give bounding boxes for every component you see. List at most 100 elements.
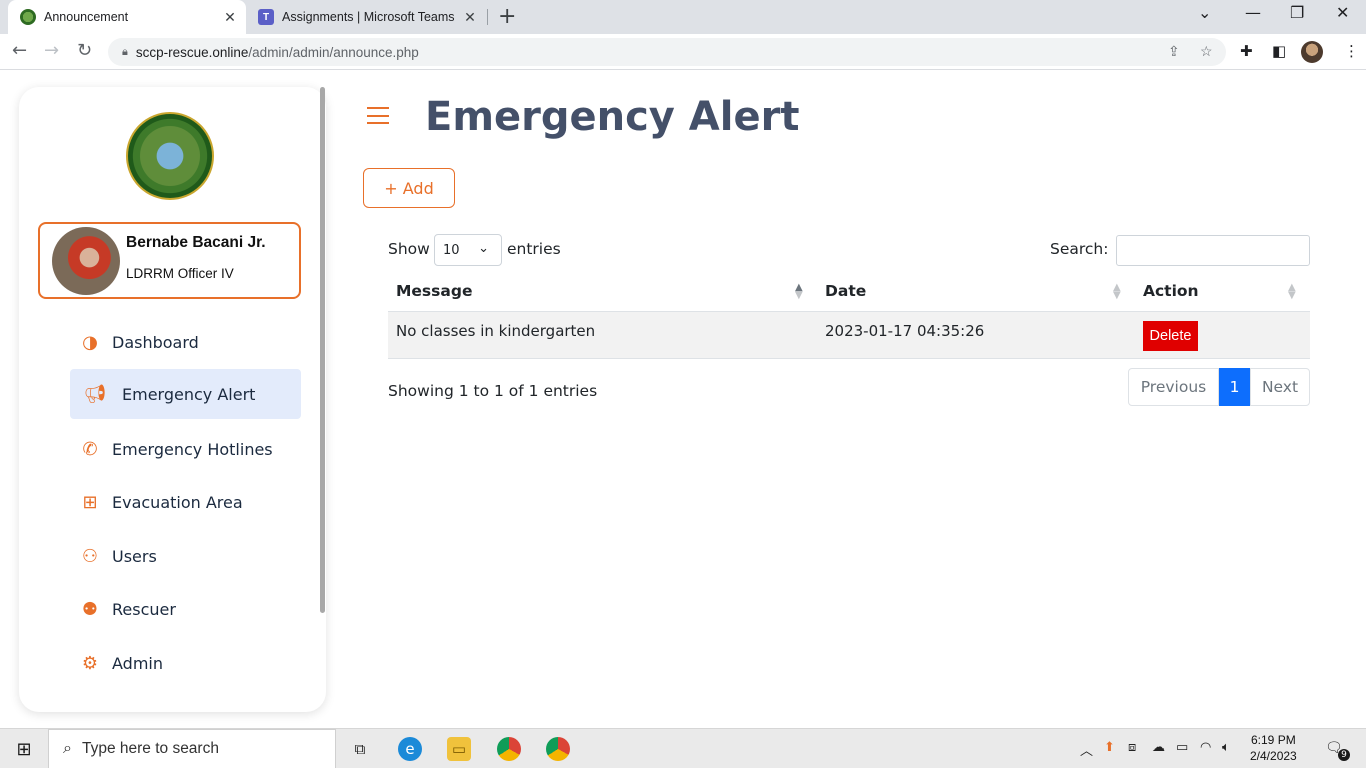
update-arrow-icon[interactable]: ⬆: [1104, 740, 1115, 755]
cell-date: 2023-01-17 04:35:26: [825, 322, 985, 340]
pagination-previous[interactable]: Previous: [1128, 368, 1219, 406]
tab-close-icon[interactable]: ✕: [220, 9, 240, 26]
browser-tab-strip: Announcement ✕ T Assignments | Microsoft…: [0, 0, 1366, 34]
close-window-button[interactable]: ✕: [1336, 3, 1349, 22]
tab-search-chevron-icon[interactable]: ⌄: [1198, 3, 1211, 22]
url-host: sccp-rescue.online: [135, 44, 249, 60]
city-seal-logo: [126, 112, 214, 200]
tab-title: Assignments | Microsoft Teams: [282, 10, 455, 24]
delete-button[interactable]: Delete: [1143, 321, 1198, 351]
sidebar-item-label: Evacuation Area: [112, 492, 243, 512]
page-title: Emergency Alert: [425, 94, 800, 140]
sort-desc-icon: ▼: [795, 290, 803, 301]
chevron-down-icon: ⌄: [478, 241, 489, 256]
taskbar-clock[interactable]: 6:19 PM 2/4/2023: [1250, 732, 1297, 764]
sidebar-item-emergency-alert[interactable]: 📢︎ Emergency Alert: [70, 369, 301, 419]
battery-icon[interactable]: ▭: [1176, 740, 1188, 755]
share-icon[interactable]: ⇪: [1168, 43, 1180, 60]
user-role: LDRRM Officer IV: [126, 266, 234, 281]
hamburger-menu-icon[interactable]: [367, 107, 389, 124]
teams-favicon-icon: T: [258, 9, 274, 25]
extensions-puzzle-icon[interactable]: ✚: [1240, 42, 1253, 60]
restore-button[interactable]: ❐: [1290, 3, 1304, 22]
more-menu-icon[interactable]: ⋮: [1344, 42, 1359, 60]
sidebar: Bernabe Bacani Jr. LDRRM Officer IV ◑ Da…: [19, 87, 326, 712]
cell-message: No classes in kindergarten: [396, 322, 596, 340]
speaker-icon[interactable]: 🔈︎: [1222, 740, 1230, 755]
user-profile-card: Bernabe Bacani Jr. LDRRM Officer IV: [38, 222, 301, 299]
sidebar-item-dashboard[interactable]: ◑ Dashboard: [70, 317, 301, 367]
users-icon: ⚇: [81, 545, 99, 567]
taskbar-search-box[interactable]: ⌕ Type here to search: [48, 729, 336, 768]
tab-announcement[interactable]: Announcement ✕: [8, 0, 246, 34]
sort-desc-icon: ▼: [1288, 290, 1296, 301]
search-label: Search:: [1050, 240, 1109, 258]
site-favicon-icon: [20, 9, 36, 25]
tray-chevron-up-icon[interactable]: ︿: [1080, 740, 1093, 759]
sidebar-item-label: Emergency Alert: [122, 384, 256, 404]
user-avatar: [52, 227, 120, 295]
sidebar-item-rescuer[interactable]: ⚉ Rescuer: [70, 584, 301, 634]
sidebar-item-label: Emergency Hotlines: [112, 439, 273, 459]
table-info: Showing 1 to 1 of 1 entries: [388, 382, 598, 400]
phone-icon: ✆: [82, 438, 98, 460]
edge-browser-icon[interactable]: e: [398, 737, 422, 761]
column-header-date[interactable]: Date: [825, 282, 866, 300]
sidebar-item-label: Admin: [112, 653, 163, 673]
side-panel-icon[interactable]: ◧: [1272, 42, 1286, 60]
entries-length-select[interactable]: 10 ⌄: [434, 234, 502, 266]
notification-badge: 9: [1338, 749, 1350, 761]
forward-arrow-icon[interactable]: →: [44, 40, 59, 61]
first-aid-icon: ⊞: [82, 491, 98, 513]
bookmark-star-icon[interactable]: ☆: [1200, 43, 1213, 60]
tab-close-icon[interactable]: ✕: [460, 9, 480, 26]
sidebar-item-users[interactable]: ⚇ Users: [70, 531, 301, 581]
sidebar-item-label: Dashboard: [112, 332, 199, 352]
new-tab-button[interactable]: +: [498, 4, 516, 29]
reload-icon[interactable]: ↻: [77, 40, 92, 61]
browser-toolbar: ← → ↻ 🔒︎ sccp-rescue.online/admin/admin/…: [0, 34, 1366, 70]
task-view-icon[interactable]: ⧉: [348, 737, 372, 761]
column-header-message[interactable]: Message: [396, 282, 472, 300]
url-path: /admin/admin/announce.php: [248, 44, 419, 60]
pagination-next[interactable]: Next: [1250, 368, 1310, 406]
file-explorer-icon[interactable]: ▭: [447, 737, 471, 761]
sidebar-item-label: Rescuer: [112, 599, 176, 619]
contrast-icon: ◑: [82, 331, 98, 353]
minimize-button[interactable]: —: [1245, 3, 1261, 22]
megaphone-icon: 📢︎: [83, 383, 107, 405]
column-header-action[interactable]: Action: [1143, 282, 1199, 300]
tab-title: Announcement: [44, 10, 129, 24]
sidebar-item-admin[interactable]: ⚙ Admin: [70, 638, 301, 688]
tab-separator: [487, 9, 488, 25]
windows-start-icon[interactable]: ⊞: [12, 737, 36, 761]
sort-desc-icon: ▼: [1113, 290, 1121, 301]
entries-length-value: 10: [443, 242, 460, 258]
tab-teams[interactable]: T Assignments | Microsoft Teams ✕: [250, 0, 486, 34]
admin-gear-icon: ⚙: [81, 652, 99, 674]
back-arrow-icon[interactable]: ←: [12, 40, 27, 61]
taskbar-search-placeholder: Type here to search: [81, 740, 219, 757]
user-gear-icon: ⚉: [81, 598, 99, 620]
profile-avatar[interactable]: [1301, 41, 1323, 63]
user-name: Bernabe Bacani Jr.: [126, 234, 266, 251]
clock-time: 6:19 PM: [1251, 733, 1296, 747]
onedrive-cloud-icon[interactable]: ☁: [1152, 740, 1165, 755]
clock-date: 2/4/2023: [1250, 749, 1297, 763]
address-bar[interactable]: 🔒︎ sccp-rescue.online/admin/admin/announ…: [108, 38, 1226, 66]
show-label: Show: [388, 240, 430, 258]
pagination-page-1[interactable]: 1: [1219, 368, 1250, 406]
windows-taskbar: ⊞ ⌕ Type here to search ⧉ e ▭ ︿ ⬆ ⧈ ☁ ▭ …: [0, 728, 1366, 768]
sidebar-item-emergency-hotlines[interactable]: ✆ Emergency Hotlines: [70, 424, 301, 474]
lock-icon: 🔒︎: [122, 45, 128, 58]
wifi-icon[interactable]: ◠: [1200, 740, 1211, 755]
meet-icon[interactable]: ⧈: [1128, 740, 1136, 755]
search-input[interactable]: [1116, 235, 1310, 266]
entries-label: entries: [507, 240, 561, 258]
sidebar-item-evacuation-area[interactable]: ⊞ Evacuation Area: [70, 477, 301, 527]
sidebar-item-label: Users: [112, 546, 157, 566]
add-button[interactable]: + Add: [363, 168, 455, 208]
chrome-profile-icon[interactable]: [546, 737, 570, 761]
sidebar-scrollbar[interactable]: [320, 87, 325, 613]
chrome-icon[interactable]: [497, 737, 521, 761]
